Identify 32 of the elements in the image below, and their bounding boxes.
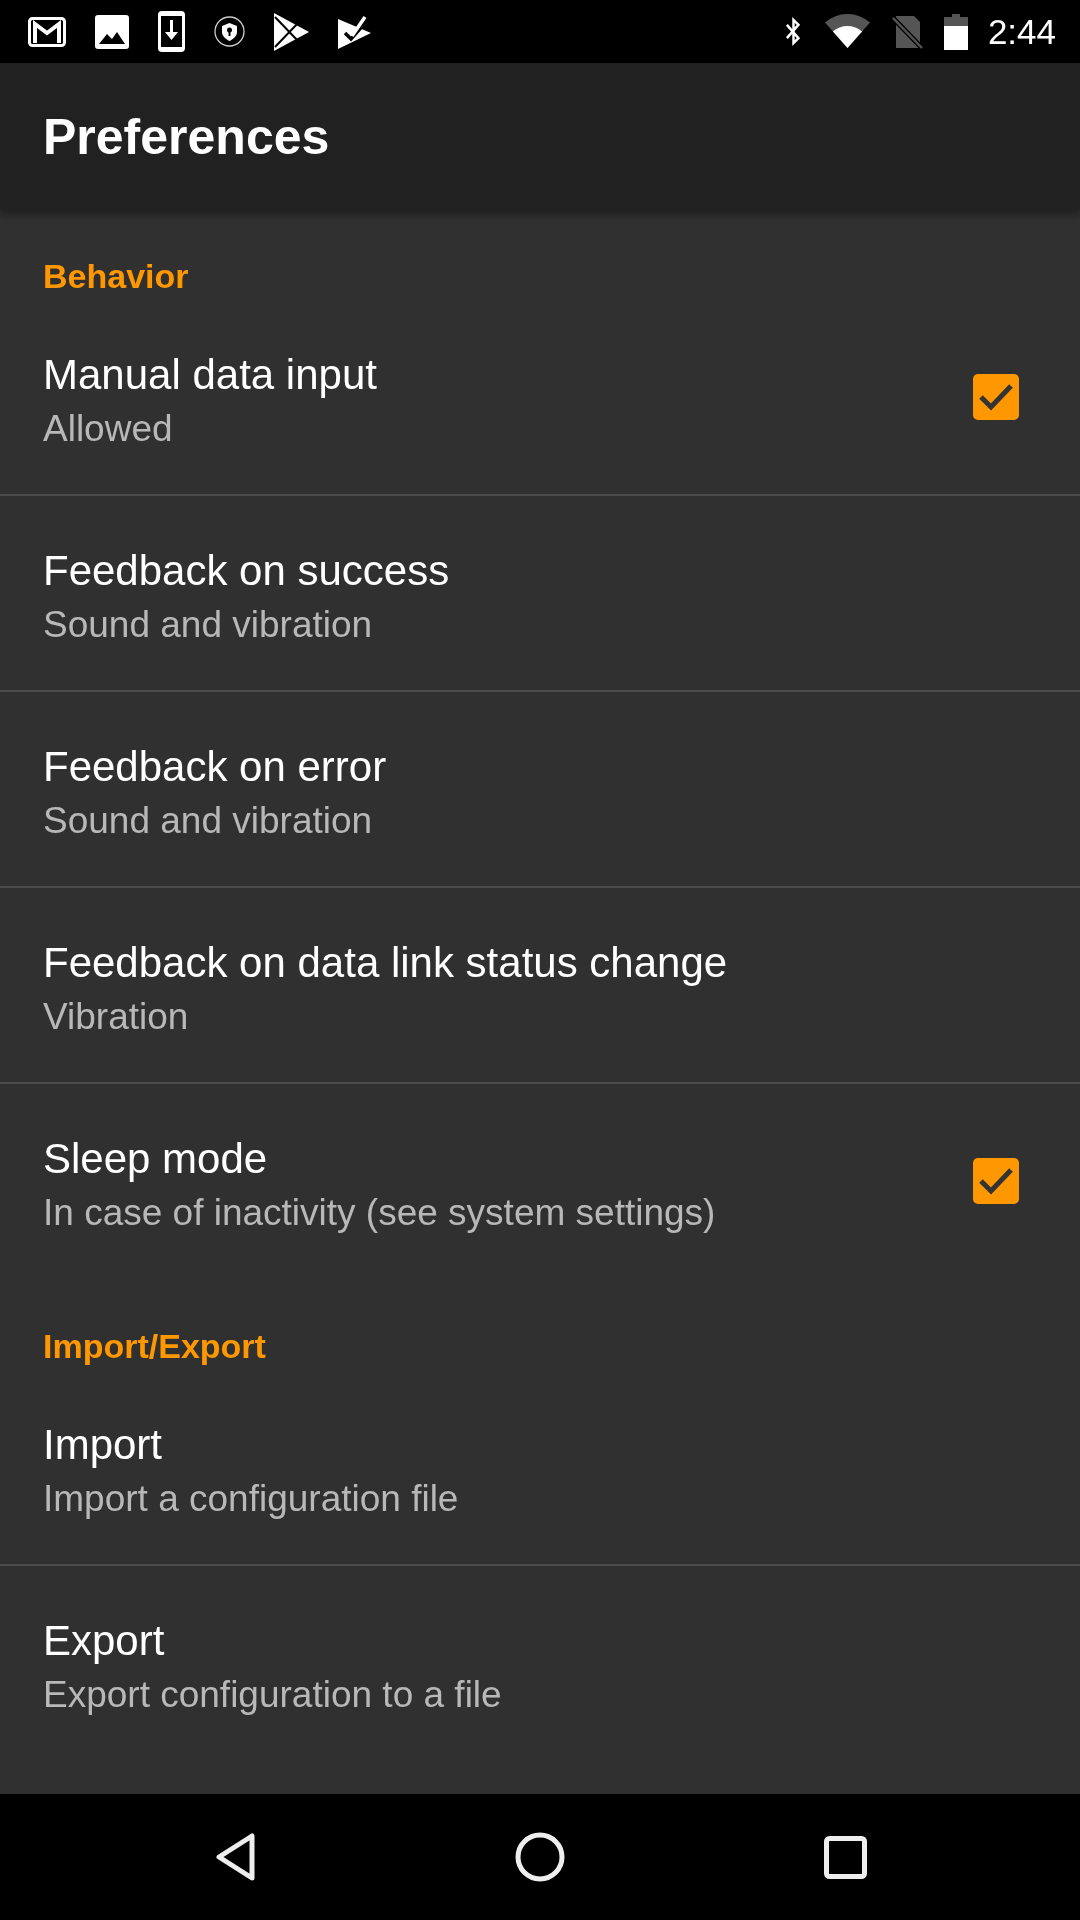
recents-icon[interactable]	[823, 1835, 867, 1879]
no-sim-icon	[889, 14, 924, 49]
preference-title: Manual data input	[43, 350, 377, 400]
tag-check-icon	[338, 14, 371, 49]
preference-title: Feedback on success	[43, 546, 450, 596]
preference-summary: Vibration	[43, 995, 189, 1039]
category-title: Import/Export	[43, 1326, 266, 1367]
image-icon	[95, 14, 129, 49]
preference-summary: In case of inactivity (see system settings)	[43, 1191, 716, 1235]
preference-summary: Sound and vibration	[43, 603, 373, 647]
preference-summary: Import a configuration file	[43, 1477, 459, 1521]
preference-title: Sleep mode	[43, 1134, 268, 1184]
preference-summary: Sound and vibration	[43, 799, 373, 843]
home-icon[interactable]	[515, 1832, 565, 1882]
shield-keyhole-icon	[214, 16, 245, 47]
back-icon[interactable]	[214, 1833, 256, 1881]
preference-summary: Export configuration to a file	[43, 1673, 502, 1717]
preference-title: Import	[43, 1420, 163, 1470]
checkbox[interactable]	[973, 374, 1019, 420]
preference-title: Feedback on error	[43, 742, 387, 792]
preference-title: Feedback on data link status change	[43, 938, 728, 988]
wifi-icon	[824, 14, 870, 49]
play-triangle-icon	[274, 12, 309, 51]
mail-icon	[28, 16, 66, 47]
battery-icon	[943, 13, 968, 50]
preference-title: Export	[43, 1616, 165, 1666]
preference-summary: Allowed	[43, 407, 173, 451]
status-time: 2:44	[987, 11, 1056, 52]
checkbox[interactable]	[973, 1158, 1019, 1204]
screen-title: Preferences	[43, 107, 330, 167]
category-title: Behavior	[43, 256, 189, 297]
phone-download-icon	[158, 11, 185, 52]
